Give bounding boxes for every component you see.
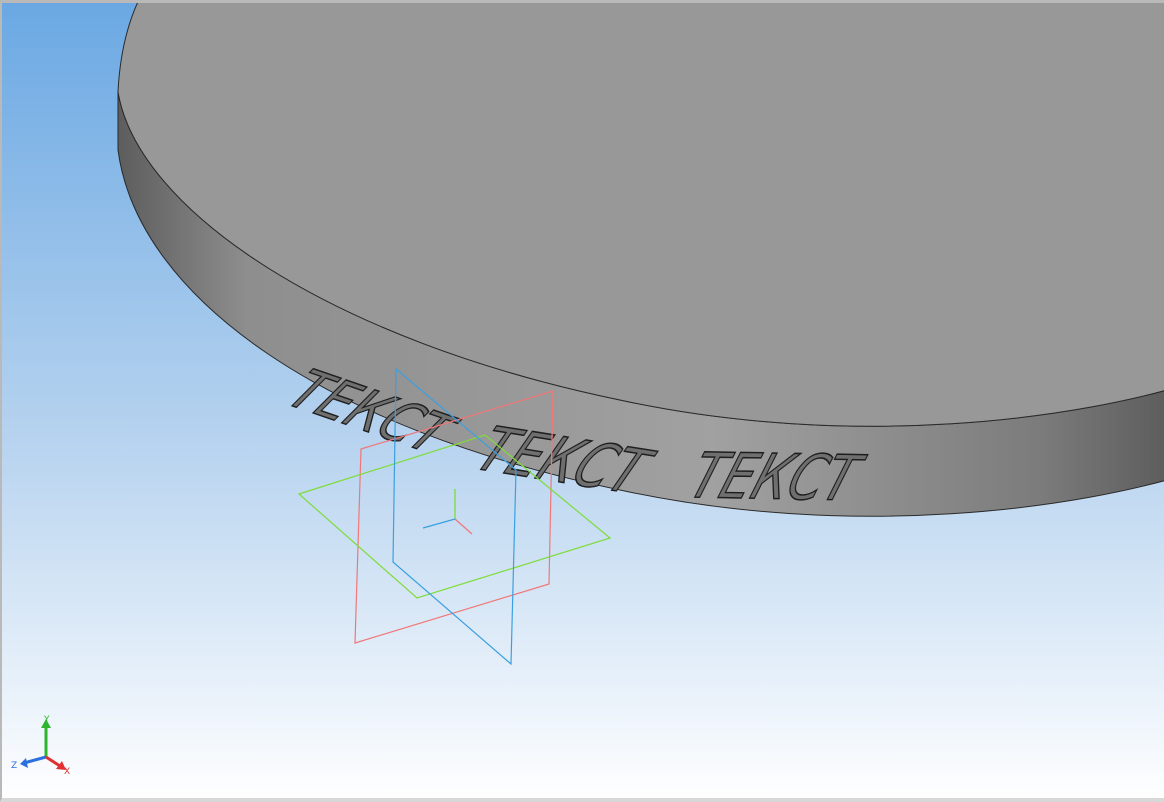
triad-x-label: X <box>64 767 70 777</box>
triad-z-label: Z <box>11 761 17 771</box>
scene-svg[interactable]: ТЕКСТ ТЕКСТ ТЕКСТ Y Z X <box>0 0 1164 802</box>
3d-viewport[interactable]: ТЕКСТ ТЕКСТ ТЕКСТ Y Z X <box>0 0 1164 802</box>
triad-y-label: Y <box>43 715 50 725</box>
engraved-text-3: ТЕКСТ <box>681 440 873 515</box>
